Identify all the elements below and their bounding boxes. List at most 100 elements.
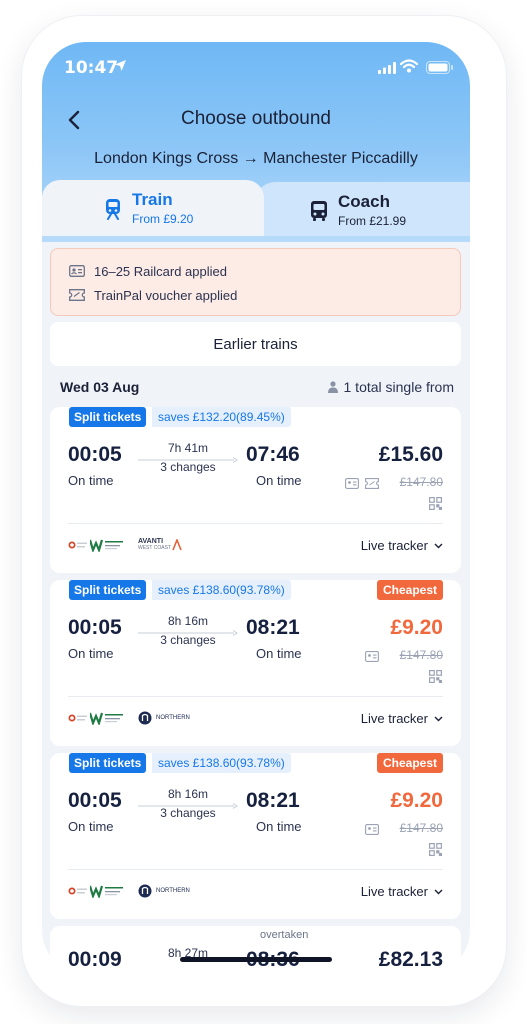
northern-logo-text: NORTHERN [156,715,190,721]
travel-date: Wed 03 Aug [60,379,140,395]
departure-time: 00:05 [68,443,122,466]
west-midlands-railway-logo [68,714,87,722]
journey-card[interactable]: Split tickets saves £138.60(93.78%) Chea… [50,580,461,746]
card-divider [68,696,443,697]
london-northwestern-logo [90,712,123,725]
departure-time: 00:05 [68,789,122,812]
railcard-icon [365,822,379,840]
card-divider [68,523,443,524]
voucher-icon [69,289,85,301]
arrival-status: On time [256,473,302,488]
avanti-logo-subtext: WEST COAST [138,545,171,551]
arrival-time: 08:21 [246,789,300,812]
journey-card[interactable]: Split tickets saves £132.20(89.45%) 00:0… [50,407,461,573]
fare-price: £9.20 [390,789,443,812]
person-icon [327,381,338,393]
departure-time: 00:05 [68,616,122,639]
tab-train-price: From £9.20 [132,212,194,226]
changes-count: 3 changes [160,806,216,820]
savings-badge: saves £138.60(93.78%) [152,753,291,773]
tab-coach[interactable]: Coach From £21.99 [254,182,470,236]
northern-logo-icon [138,711,152,725]
london-northwestern-logo [90,539,123,552]
avanti-logo-text: AVANTI [138,538,164,545]
west-midlands-railway-logo [68,541,87,549]
changes-count: 3 changes [160,460,216,474]
fare-price: £15.60 [378,443,443,466]
cellular-signal-icon [378,61,396,79]
departure-status: On time [68,473,114,488]
avanti-mark-icon [172,539,182,551]
railcard-row: 16–25 Railcard applied [69,260,227,282]
operator-logos: NORTHERN [68,710,190,726]
live-tracker-toggle[interactable]: Live tracker [361,538,443,553]
northern-logo-icon [138,884,152,898]
journey-card[interactable]: Split tickets saves £138.60(93.78%) Chea… [50,753,461,919]
departure-status: On time [68,819,114,834]
journey-duration: 8h 16m [167,787,209,801]
live-tracker-toggle[interactable]: Live tracker [361,884,443,899]
operator-logos: AVANTI WEST COAST [68,537,182,553]
west-midlands-railway-logo [68,887,87,895]
transport-tabs: Coach From £21.99 Train From £9.20 [42,180,470,236]
fare-price: £82.13 [378,948,443,971]
results-list: 16–25 Railcard applied TrainPal voucher … [42,236,470,974]
london-northwestern-logo [90,885,123,898]
earlier-trains-button[interactable]: Earlier trains [50,322,461,366]
cheapest-badge: Cheapest [376,580,443,600]
qr-code-icon [429,497,443,515]
bus-icon [310,200,328,227]
departure-status: On time [68,646,114,661]
journey-duration: 8h 16m [167,614,209,628]
fare-price: £9.20 [390,616,443,639]
live-tracker-label: Live tracker [360,711,428,726]
arrival-time: 07:46 [246,443,300,466]
chevron-down-icon [434,889,443,894]
nav-bar: Choose outbound [42,100,470,140]
route-subtitle: London Kings Cross → Manchester Piccadil… [94,150,418,167]
split-tickets-badge: Split tickets [69,753,147,773]
train-icon [104,198,122,225]
original-price: £147.80 [399,475,443,489]
passenger-summary: 1 total single from [327,379,455,395]
discount-banner: 16–25 Railcard applied TrainPal voucher … [50,248,461,316]
avanti-logo: AVANTI WEST COAST [138,538,171,552]
tab-train-label: Train [132,190,173,209]
voucher-row: TrainPal voucher applied [69,284,237,306]
arrival-status: On time [256,819,302,834]
live-tracker-toggle[interactable]: Live tracker [361,711,443,726]
original-price: £147.80 [399,821,443,835]
status-time: 10:47 [64,58,119,78]
railcard-text: 16–25 Railcard applied [94,263,227,279]
savings-badge: saves £138.60(93.78%) [152,580,291,600]
tab-train[interactable]: Train From £9.20 [42,180,264,236]
arrival-status: On time [256,646,302,661]
northern-logo-text: NORTHERN [156,888,190,894]
home-indicator[interactable] [180,957,332,962]
live-tracker-label: Live tracker [360,884,428,899]
journey-card[interactable]: overtaken 00:09 8h 27m 08:36 £82.13 [50,926,461,974]
chevron-down-icon [434,716,443,721]
qr-code-icon [429,843,443,861]
qr-code-icon [429,670,443,688]
battery-icon [426,61,454,79]
changes-count: 3 changes [160,633,216,647]
passenger-text: 1 total single from [343,379,455,395]
chevron-down-icon [434,543,443,548]
departure-time: 00:09 [68,948,122,971]
status-bar: 10:47 [42,42,470,94]
tab-coach-price: From £21.99 [338,214,407,228]
app-screen: 10:47 Choose outbound London Kings Cross… [42,42,470,974]
card-divider [68,869,443,870]
operator-logos: NORTHERN [68,883,190,899]
railcard-icon [345,476,359,494]
split-tickets-badge: Split tickets [69,580,147,600]
savings-badge: saves £132.20(89.45%) [152,407,291,427]
railcard-icon [69,265,85,277]
cheapest-badge: Cheapest [376,753,443,773]
overtaken-note: overtaken [260,929,309,941]
tab-coach-label: Coach [338,192,390,211]
journey-duration: 7h 41m [167,441,209,455]
voucher-icon [365,476,379,494]
live-tracker-label: Live tracker [360,538,428,553]
